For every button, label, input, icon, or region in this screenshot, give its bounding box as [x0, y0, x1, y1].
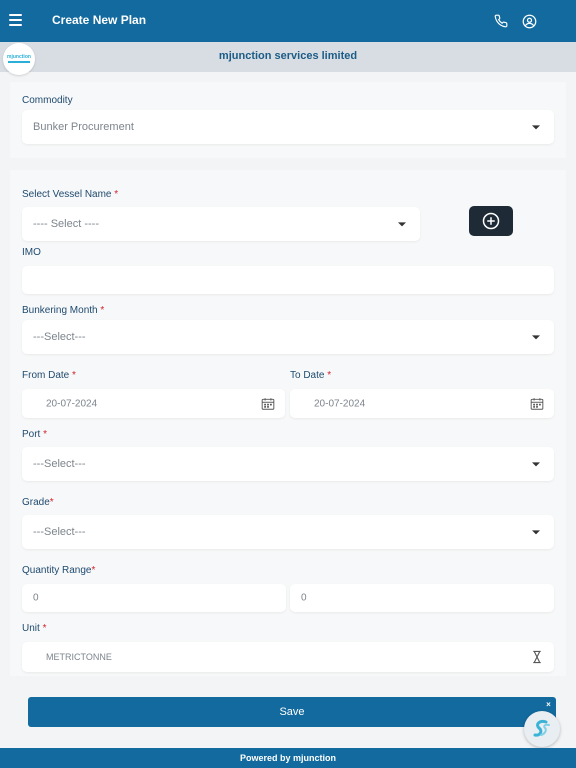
phone-icon[interactable] — [494, 14, 508, 28]
hourglass-icon — [533, 650, 541, 664]
commodity-label: Commodity — [22, 95, 73, 106]
grade-value: ---Select--- — [33, 526, 86, 538]
grade-select[interactable]: ---Select--- — [22, 515, 554, 549]
to-date-label: To Date * — [290, 370, 332, 381]
to-date-value: 20-07-2024 — [314, 398, 366, 409]
hamburger-menu-icon[interactable] — [9, 14, 22, 26]
quantity-max-input[interactable]: 0 — [290, 584, 554, 612]
unit-label: Unit * — [22, 623, 47, 634]
chevron-down-icon — [532, 462, 540, 467]
chat-logo-icon — [533, 720, 550, 737]
unit-field[interactable]: METRICTONNE — [22, 642, 554, 672]
bunkering-month-value: ---Select--- — [33, 331, 86, 343]
from-date-label: From Date * — [22, 370, 76, 381]
commodity-select[interactable]: Bunker Procurement — [22, 110, 554, 144]
close-chat-icon[interactable]: × — [544, 700, 553, 709]
chevron-down-icon — [532, 335, 540, 340]
top-app-bar: Create New Plan — [0, 0, 576, 42]
calendar-icon[interactable] — [261, 397, 275, 410]
calendar-icon[interactable] — [530, 397, 544, 410]
chevron-down-icon — [398, 222, 406, 227]
user-profile-icon[interactable] — [522, 14, 537, 29]
from-date-value: 20-07-2024 — [46, 398, 98, 409]
commodity-value: Bunker Procurement — [33, 121, 134, 133]
imo-input[interactable] — [22, 266, 554, 294]
company-name: mjunction services limited — [218, 50, 358, 62]
bunkering-month-select[interactable]: ---Select--- — [22, 320, 554, 354]
unit-value: METRICTONNE — [46, 652, 112, 662]
chevron-down-icon — [532, 125, 540, 130]
footer-powered-by: Powered by mjunction — [0, 748, 576, 768]
quantity-min-value: 0 — [33, 592, 39, 604]
from-date-input[interactable]: 20-07-2024 — [22, 389, 285, 418]
chevron-down-icon — [532, 530, 540, 535]
quantity-max-value: 0 — [301, 592, 307, 604]
add-vessel-button[interactable] — [469, 206, 513, 236]
quantity-min-input[interactable]: 0 — [22, 584, 286, 612]
vessel-select[interactable]: ---- Select ---- — [22, 207, 420, 241]
imo-label: IMO — [22, 247, 41, 258]
port-value: ---Select--- — [33, 458, 86, 470]
port-select[interactable]: ---Select--- — [22, 447, 554, 481]
vessel-label: Select Vessel Name * — [22, 189, 119, 200]
grade-label: Grade* — [22, 497, 54, 508]
plus-circle-icon — [482, 212, 500, 230]
to-date-input[interactable]: 20-07-2024 — [290, 389, 554, 418]
quantity-range-label: Quantity Range* — [22, 565, 96, 576]
brand-bar: mjunction mjunction services limited — [0, 42, 576, 75]
save-button[interactable]: Save — [28, 697, 556, 727]
page-title: Create New Plan — [52, 13, 147, 27]
chat-assistant-bubble[interactable] — [524, 711, 560, 747]
port-label: Port * — [22, 429, 48, 440]
bunkering-month-label: Bunkering Month * — [22, 305, 105, 316]
vessel-value: ---- Select ---- — [33, 218, 99, 230]
